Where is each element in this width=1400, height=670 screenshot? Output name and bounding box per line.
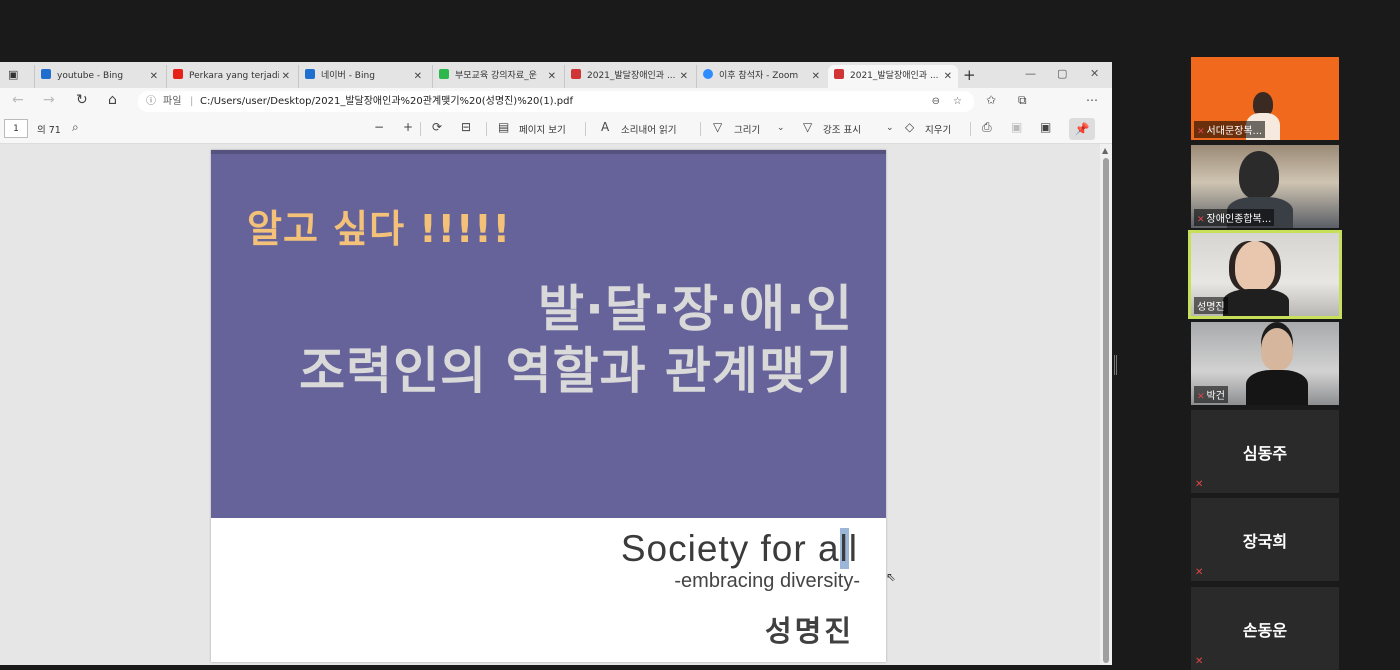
favorites-icon[interactable]: ✩ xyxy=(986,93,996,107)
collections-icon[interactable]: ⧉ xyxy=(1018,93,1027,108)
muted-mic-icon: ✕ xyxy=(1195,479,1204,490)
more-icon[interactable]: ⋯ xyxy=(1086,93,1098,107)
slide-title-line2: 조력인의 역할과 관계맺기 xyxy=(299,342,853,400)
participant-tile[interactable]: 장국희 ✕ xyxy=(1191,498,1339,581)
close-tab-icon[interactable]: ✕ xyxy=(944,65,952,88)
participant-tile-active[interactable]: 성명진 xyxy=(1188,230,1342,319)
page-number-input[interactable]: 1 xyxy=(4,119,28,138)
muted-mic-icon: ✕ xyxy=(1197,127,1205,137)
highlight-button[interactable]: 강조 표시 xyxy=(823,122,861,136)
slide-header-panel: 알고 싶다 !!!!! 발·달·장·애·인 조력인의 역할과 관계맺기 xyxy=(211,154,886,518)
forward-icon[interactable]: → xyxy=(43,92,55,108)
participant-video xyxy=(1261,328,1293,370)
print-icon[interactable]: ⎙ xyxy=(982,120,992,135)
muted-mic-icon: ✕ xyxy=(1195,656,1204,667)
muted-mic-icon: ✕ xyxy=(1197,392,1205,402)
tab-parent-education[interactable]: 부모교육 강의자료_운 ✕ xyxy=(432,65,562,88)
close-tab-icon[interactable]: ✕ xyxy=(150,65,158,88)
file-label: 파일 xyxy=(163,96,182,107)
favorite-star-icon[interactable]: ☆ xyxy=(953,91,962,112)
participant-tile[interactable]: ✕ 서대문장복... xyxy=(1191,57,1339,140)
tab-actions-icon[interactable]: ▣ xyxy=(8,68,22,82)
close-tab-icon[interactable]: ✕ xyxy=(282,65,290,88)
vertical-scrollbar[interactable]: ▲ xyxy=(1100,144,1112,665)
read-aloud-button[interactable]: 소리내어 읽기 xyxy=(621,122,676,136)
participant-tile[interactable]: 심동주 ✕ xyxy=(1191,410,1339,493)
participant-video xyxy=(1239,151,1279,199)
save-as-icon[interactable]: ▣ xyxy=(1040,120,1051,134)
muted-mic-icon: ✕ xyxy=(1195,567,1204,578)
maximize-button[interactable]: ▢ xyxy=(1057,67,1067,80)
participant-tile[interactable]: ✕ 박건 xyxy=(1191,322,1339,405)
erase-button[interactable]: 지우기 xyxy=(925,122,951,136)
pdf-page-slide: 알고 싶다 !!!!! 발·달·장·애·인 조력인의 역할과 관계맺기 Soci… xyxy=(211,150,886,662)
browser-window: ▣ youtube - Bing ✕ Perkara yang terjadi … xyxy=(0,62,1112,665)
close-tab-icon[interactable]: ✕ xyxy=(680,65,688,88)
read-aloud-icon[interactable]: A xyxy=(601,120,609,134)
url-text[interactable]: C:/Users/user/Desktop/2021_발달장애인과%20관계맺기… xyxy=(200,91,573,112)
refresh-icon[interactable]: ↻ xyxy=(76,92,88,108)
tab-naver-bing[interactable]: 네이버 - Bing ✕ xyxy=(298,65,428,88)
zoom-icon[interactable]: ⊖ xyxy=(932,91,940,112)
zoom-in-icon[interactable]: + xyxy=(403,120,413,134)
participant-video xyxy=(1235,241,1275,291)
scroll-thumb[interactable] xyxy=(1103,158,1109,663)
green-app-icon xyxy=(439,69,449,79)
page-total: 의 71 xyxy=(37,125,61,136)
slide-tagline: 알고 싶다 !!!!! xyxy=(247,207,511,251)
fit-page-icon[interactable]: ⊟ xyxy=(461,120,471,134)
draw-button[interactable]: 그리기 xyxy=(734,122,760,136)
save-icon[interactable]: ▣ xyxy=(1011,120,1022,134)
address-bar[interactable]: ⓘ 파일 | C:/Users/user/Desktop/2021_발달장애인과… xyxy=(138,91,974,112)
bing-icon xyxy=(305,69,315,79)
participant-tile[interactable]: 손동운 ✕ xyxy=(1191,587,1339,670)
address-bar-row: ← → ↻ ⌂ ⓘ 파일 | C:/Users/user/Desktop/202… xyxy=(0,88,1112,134)
scroll-up-icon[interactable]: ▲ xyxy=(1102,146,1108,155)
pdf-toolbar: 1 의 71 ⌕ − + ⟳ ⊟ ▤ 페이지 보기 A 소리내어 읽기 ▽ 그리… xyxy=(0,114,1112,144)
tab-pdf-1[interactable]: 2021_발달장애인과 ... ✕ xyxy=(564,65,694,88)
slide-subtitle: -embracing diversity- xyxy=(674,570,860,592)
slide-society-text: Society for all xyxy=(620,528,858,569)
tab-pdf-active[interactable]: 2021_발달장애인과 ... ✕ xyxy=(828,65,958,88)
close-window-button[interactable]: ✕ xyxy=(1090,67,1099,80)
panel-splitter[interactable] xyxy=(1114,355,1117,375)
home-icon[interactable]: ⌂ xyxy=(108,92,117,108)
chevron-down-icon[interactable]: ⌄ xyxy=(886,123,894,133)
highlight-icon[interactable]: ▽ xyxy=(803,120,812,134)
tab-youtube-bing[interactable]: youtube - Bing ✕ xyxy=(34,65,164,88)
bing-icon xyxy=(41,69,51,79)
participant-tile[interactable]: ✕ 장애인종합복... xyxy=(1191,145,1339,228)
mouse-cursor-icon: ⇖ xyxy=(886,570,897,584)
draw-icon[interactable]: ▽ xyxy=(713,120,722,134)
search-icon[interactable]: ⌕ xyxy=(72,120,79,135)
zoom-out-icon[interactable]: − xyxy=(374,120,384,134)
back-icon[interactable]: ← xyxy=(12,92,24,108)
rotate-icon[interactable]: ⟳ xyxy=(432,120,442,134)
chevron-down-icon[interactable]: ⌄ xyxy=(777,123,785,133)
youtube-icon xyxy=(173,69,183,79)
close-tab-icon[interactable]: ✕ xyxy=(414,65,422,88)
top-black-bar xyxy=(0,0,1400,62)
tab-zoom[interactable]: 이후 참석자 - Zoom ✕ xyxy=(696,65,826,88)
tab-perkara[interactable]: Perkara yang terjadi a ✕ xyxy=(166,65,296,88)
tab-strip: ▣ youtube - Bing ✕ Perkara yang terjadi … xyxy=(0,62,1112,88)
eraser-icon[interactable]: ◇ xyxy=(905,120,914,134)
text-selection-highlight: l xyxy=(839,528,849,569)
info-icon[interactable]: ⓘ xyxy=(146,91,156,112)
page-view-icon[interactable]: ▤ xyxy=(498,120,509,134)
new-tab-button[interactable]: + xyxy=(963,66,976,84)
muted-mic-icon: ✕ xyxy=(1197,215,1205,225)
zoom-icon xyxy=(703,69,713,79)
pdf-icon xyxy=(571,69,581,79)
pdf-viewer[interactable]: 알고 싶다 !!!!! 발·달·장·애·인 조력인의 역할과 관계맺기 Soci… xyxy=(0,144,1100,665)
pdf-icon xyxy=(834,69,844,79)
close-tab-icon[interactable]: ✕ xyxy=(812,65,820,88)
page-view-button[interactable]: 페이지 보기 xyxy=(519,122,566,136)
close-tab-icon[interactable]: ✕ xyxy=(548,65,556,88)
minimize-button[interactable]: — xyxy=(1025,67,1036,80)
slide-presenter: 성명진 xyxy=(764,614,854,648)
pin-toolbar-icon[interactable]: 📌 xyxy=(1069,118,1095,140)
